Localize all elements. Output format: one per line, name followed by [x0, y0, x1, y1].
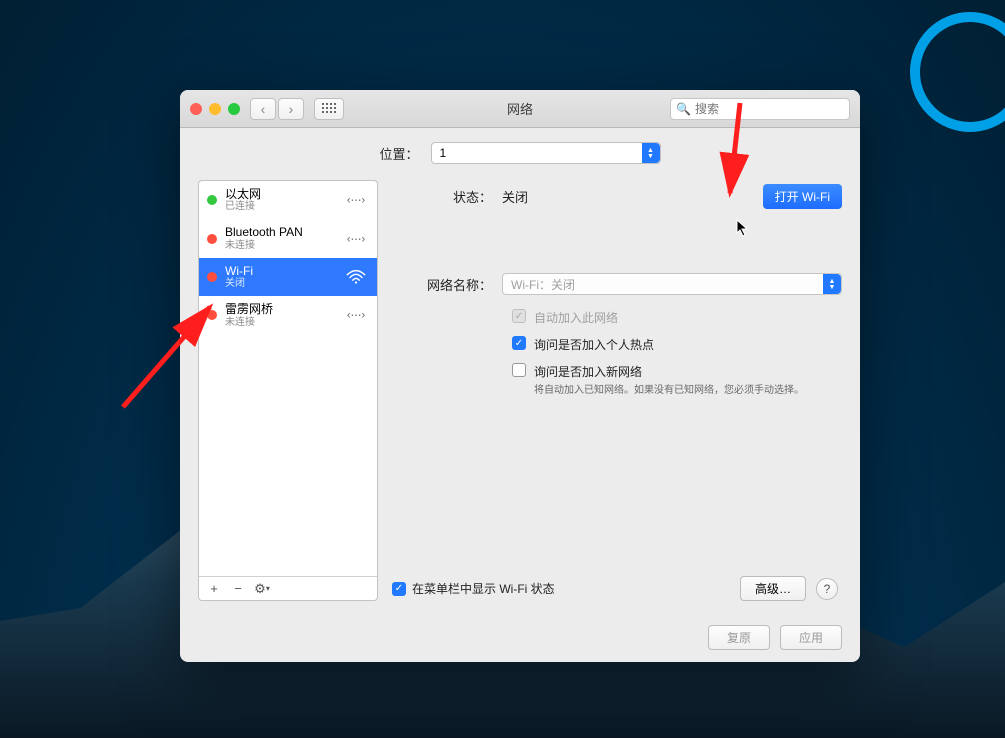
network-name-label: 网络名称：: [392, 275, 502, 294]
advanced-button[interactable]: 高级…: [740, 576, 806, 601]
ask-hotspot-checkbox[interactable]: ✓: [512, 336, 526, 350]
bottom-row: ✓ 在菜单栏中显示 Wi-Fi 状态 高级… ?: [392, 576, 842, 601]
detail-pane: 状态： 关闭 打开 Wi-Fi 网络名称： Wi-Fi：关闭 ▲▼ ✓ 自动加入…: [392, 180, 842, 601]
system-preferences-window: ‹ › 网络 🔍 位置： 1 ▲▼: [180, 90, 860, 662]
ethernet-icon: ‹⋯›: [343, 191, 369, 209]
search-wrap: 🔍: [670, 98, 850, 120]
sidebar-item-wifi[interactable]: Wi-Fi 关闭: [199, 258, 377, 296]
add-network-button[interactable]: +: [203, 580, 225, 598]
network-name-placeholder: Wi-Fi：关闭: [511, 276, 575, 293]
status-dot-icon: [207, 272, 217, 282]
chevron-up-down-icon: ▲▼: [642, 143, 660, 163]
ethernet-icon: ‹⋯›: [343, 306, 369, 324]
net-status: 关闭: [225, 278, 335, 290]
net-name: 以太网: [225, 187, 335, 201]
network-sidebar: 以太网 已连接 ‹⋯› Bluetooth PAN 未连接: [198, 180, 378, 601]
network-name-select[interactable]: Wi-Fi：关闭 ▲▼: [502, 273, 842, 295]
minimize-button[interactable]: [209, 103, 221, 115]
network-name-row: 网络名称： Wi-Fi：关闭 ▲▼: [392, 273, 842, 295]
wifi-icon: [343, 268, 369, 286]
cursor-icon: [736, 219, 750, 241]
status-value: 关闭: [502, 187, 528, 206]
search-input[interactable]: [670, 98, 850, 120]
toggle-wifi-button[interactable]: 打开 Wi-Fi: [763, 184, 842, 209]
status-row: 状态： 关闭 打开 Wi-Fi: [392, 184, 842, 209]
show-all-button[interactable]: [314, 98, 344, 120]
revert-button[interactable]: 复原: [708, 625, 770, 650]
ethernet-icon: ‹⋯›: [343, 230, 369, 248]
location-select[interactable]: 1 ▲▼: [431, 142, 661, 164]
location-label: 位置：: [379, 144, 418, 163]
status-dot-icon: [207, 234, 217, 244]
help-button[interactable]: ?: [816, 578, 838, 600]
back-button[interactable]: ‹: [250, 98, 276, 120]
gear-icon: ⚙︎: [254, 581, 266, 597]
net-name: 雷雳网桥: [225, 302, 335, 316]
apply-button[interactable]: 应用: [780, 625, 842, 650]
ask-hotspot-row: ✓ 询问是否加入个人热点: [512, 336, 842, 353]
menubar-checkbox[interactable]: ✓: [392, 582, 406, 596]
footer-bar: 复原 应用: [180, 613, 860, 662]
auto-join-row: ✓ 自动加入此网络: [512, 309, 842, 326]
search-icon: 🔍: [676, 102, 691, 116]
svg-text:‹⋯›: ‹⋯›: [347, 233, 366, 245]
ask-new-row: 询问是否加入新网络: [512, 363, 842, 380]
close-button[interactable]: [190, 103, 202, 115]
nav-group: ‹ ›: [250, 98, 304, 120]
status-label: 状态：: [392, 187, 502, 206]
location-row: 位置： 1 ▲▼: [198, 142, 842, 164]
menubar-label: 在菜单栏中显示 Wi-Fi 状态: [412, 580, 555, 597]
svg-text:‹⋯›: ‹⋯›: [347, 195, 366, 207]
net-name: Bluetooth PAN: [225, 225, 335, 239]
svg-text:‹⋯›: ‹⋯›: [347, 310, 366, 322]
forward-button[interactable]: ›: [278, 98, 304, 120]
ask-hotspot-label: 询问是否加入个人热点: [534, 336, 654, 353]
chevron-up-down-icon: ▲▼: [823, 274, 841, 294]
ask-new-label: 询问是否加入新网络: [534, 363, 642, 380]
remove-network-button[interactable]: −: [227, 580, 249, 598]
ask-new-checkbox[interactable]: [512, 363, 526, 377]
sidebar-item-ethernet[interactable]: 以太网 已连接 ‹⋯›: [199, 181, 377, 219]
status-dot-icon: [207, 310, 217, 320]
auto-join-checkbox: ✓: [512, 309, 526, 323]
net-status: 已连接: [225, 201, 335, 213]
grid-icon: [322, 103, 337, 114]
window-title: 网络: [507, 99, 533, 118]
status-dot-icon: [207, 195, 217, 205]
gear-button[interactable]: ⚙︎▾: [251, 580, 273, 598]
net-name: Wi-Fi: [225, 264, 335, 278]
sidebar-footer: + − ⚙︎▾: [199, 576, 377, 600]
auto-join-label: 自动加入此网络: [534, 309, 618, 326]
window-body: 位置： 1 ▲▼ 以太网 已连接 ‹⋯›: [180, 128, 860, 613]
main-columns: 以太网 已连接 ‹⋯› Bluetooth PAN 未连接: [198, 180, 842, 601]
zoom-button[interactable]: [228, 103, 240, 115]
menubar-row: ✓ 在菜单栏中显示 Wi-Fi 状态: [392, 580, 555, 597]
sidebar-item-bluetooth-pan[interactable]: Bluetooth PAN 未连接 ‹⋯›: [199, 219, 377, 257]
chevron-down-icon: ▾: [266, 584, 270, 593]
traffic-lights: [190, 103, 240, 115]
titlebar: ‹ › 网络 🔍: [180, 90, 860, 128]
net-status: 未连接: [225, 317, 335, 329]
location-value: 1: [440, 146, 447, 160]
sidebar-item-thunderbolt-bridge[interactable]: 雷雳网桥 未连接 ‹⋯›: [199, 296, 377, 334]
network-list: 以太网 已连接 ‹⋯› Bluetooth PAN 未连接: [199, 181, 377, 576]
net-status: 未连接: [225, 240, 335, 252]
ask-new-help-text: 将自动加入已知网络。如果没有已知网络，您必须手动选择。: [534, 384, 842, 398]
